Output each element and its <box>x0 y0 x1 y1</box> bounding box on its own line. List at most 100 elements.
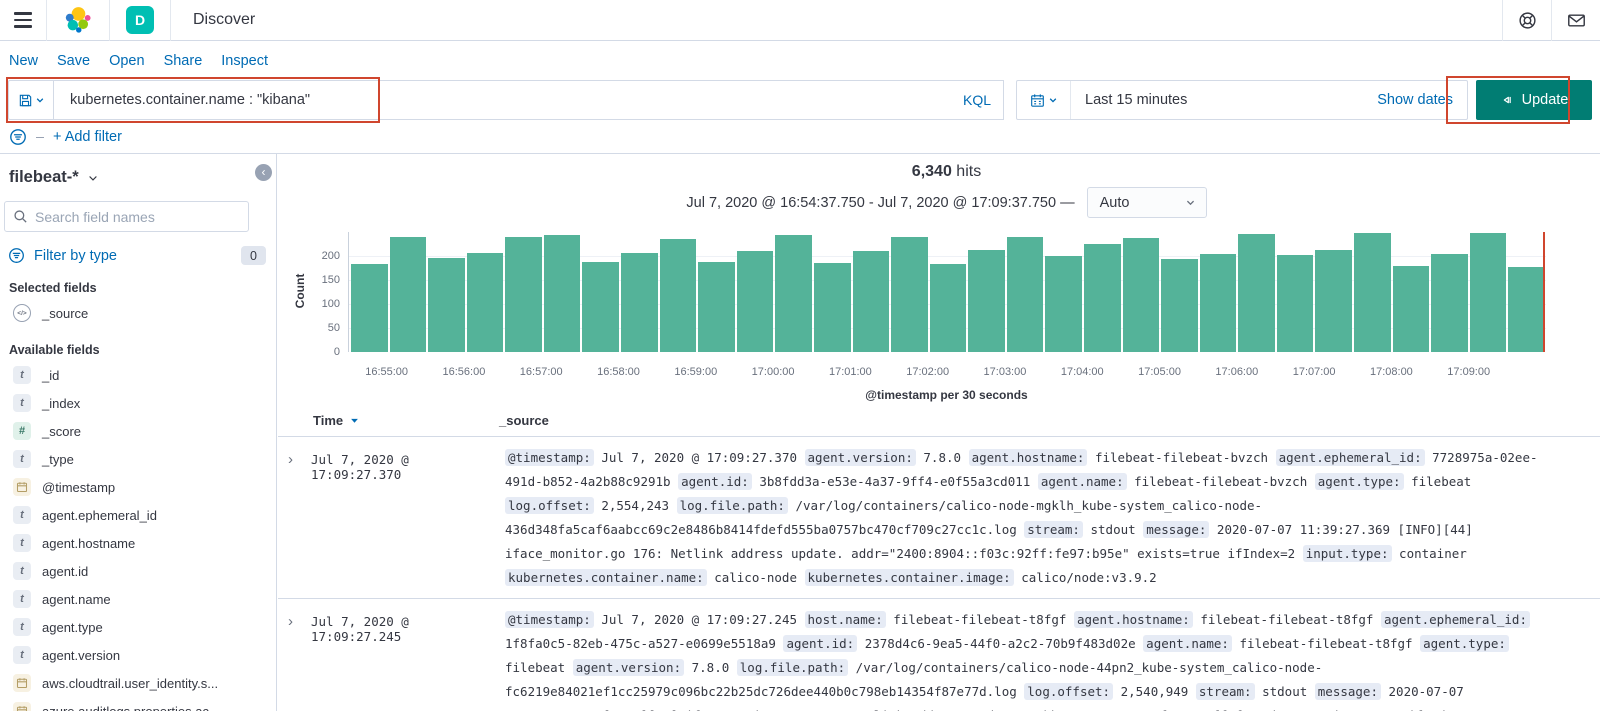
field-item-aws.cloudtrail.user_identity.s...[interactable]: aws.cloudtrail.user_identity.s... <box>0 669 276 697</box>
field-item-agent.hostname[interactable]: t agent.hostname <box>0 529 276 557</box>
field-key-badge: message: <box>1143 521 1210 538</box>
query-bar: kubernetes.container.name : "kibana" KQL… <box>6 76 1592 124</box>
field-item-_type[interactable]: t _type <box>0 445 276 473</box>
update-button[interactable]: Update <box>1476 80 1592 120</box>
column-time[interactable]: Time <box>313 413 359 428</box>
field-item-agent.version[interactable]: t agent.version <box>0 641 276 669</box>
histogram-bar-16:58:00[interactable] <box>621 252 658 352</box>
menu-new[interactable]: New <box>9 53 38 69</box>
add-filter-button[interactable]: + Add filter <box>53 129 122 145</box>
histogram-bar-17:04:30[interactable] <box>1122 237 1160 352</box>
elastic-logo[interactable] <box>47 5 109 35</box>
histogram-bar-17:06:30[interactable] <box>1276 255 1314 352</box>
app-badge[interactable]: D <box>126 6 154 34</box>
x-tick: 17:08:00 <box>1369 366 1413 378</box>
x-tick: 16:56:00 <box>442 366 486 378</box>
search-field-names-input[interactable] <box>4 201 249 232</box>
newsfeed-mail-icon[interactable] <box>1552 0 1600 40</box>
menu-inspect[interactable]: Inspect <box>221 53 268 69</box>
menu-icon[interactable] <box>0 0 46 40</box>
field-item-azure.auditlogs.properties.ac...[interactable]: azure.auditlogs.properties.ac... <box>0 697 276 711</box>
field-item-agent.type[interactable]: t agent.type <box>0 613 276 641</box>
field-item-_score[interactable]: # _score <box>0 417 276 445</box>
date-picker: Last 15 minutes Show dates <box>1016 80 1468 120</box>
histogram-chart: Count @timestamp per 30 seconds 0 50 100 15… <box>278 154 1600 404</box>
field-item-agent.id[interactable]: t agent.id <box>0 557 276 585</box>
histogram-bar-17:08:00[interactable] <box>1392 265 1430 352</box>
histogram-bar-17:09:00[interactable] <box>1469 232 1507 352</box>
time-end-marker <box>1543 232 1545 352</box>
field-item-@timestamp[interactable]: @timestamp <box>0 473 276 501</box>
field-key-badge: agent.id: <box>783 635 858 652</box>
time-range-button[interactable]: Last 15 minutes <box>1085 92 1377 108</box>
index-pattern-select[interactable]: filebeat-* <box>0 154 276 187</box>
histogram-bar-16:59:30[interactable] <box>736 251 774 352</box>
source-field-icon: </> <box>13 304 31 322</box>
histogram-bar-16:54:30[interactable] <box>351 264 388 352</box>
histogram-bar-17:02:00[interactable] <box>929 264 967 352</box>
kibana-discover-app: D Discover New Save Open Share Inspect k… <box>0 0 1600 711</box>
field-name: _type <box>42 451 74 467</box>
chevron-down-icon <box>1049 98 1056 103</box>
histogram-bar-17:03:00[interactable] <box>1006 236 1044 352</box>
saved-query-menu-button[interactable] <box>8 80 54 120</box>
field-item-agent.ephemeral_id[interactable]: t agent.ephemeral_id <box>0 501 276 529</box>
field-item-agent.name[interactable]: t agent.name <box>0 585 276 613</box>
histogram-bar-17:01:30[interactable] <box>891 236 928 352</box>
histogram-bar-16:58:30[interactable] <box>659 238 697 352</box>
query-input[interactable]: kubernetes.container.name : "kibana" KQL <box>54 80 1004 120</box>
field-item-_source[interactable]: </> _source <box>0 299 276 327</box>
field-name: _id <box>42 367 60 383</box>
histogram-bar-17:03:30[interactable] <box>1045 256 1082 352</box>
field-key-badge: agent.version: <box>804 449 916 466</box>
field-key-badge: agent.hostname: <box>1073 611 1193 628</box>
histogram-bar-17:02:30[interactable] <box>968 249 1005 352</box>
expand-row-icon[interactable]: › <box>288 613 304 630</box>
field-item-_id[interactable]: t _id <box>0 361 276 389</box>
help-icon[interactable] <box>1503 0 1551 40</box>
sort-descending-icon <box>350 418 358 423</box>
filter-by-type-button[interactable]: Filter by type 0 <box>8 246 266 265</box>
histogram-bar-16:55:00[interactable] <box>389 236 427 352</box>
collapse-sidebar-icon[interactable]: ‹ <box>255 164 272 181</box>
histogram-bar-17:06:00[interactable] <box>1238 234 1275 352</box>
quick-select-button[interactable] <box>1017 81 1071 119</box>
histogram-bar-16:56:30[interactable] <box>505 236 542 352</box>
top-header: D Discover <box>0 0 1600 41</box>
query-language-button[interactable]: KQL <box>963 92 991 108</box>
expand-row-icon[interactable]: › <box>288 451 304 468</box>
histogram-bar-17:00:30[interactable] <box>813 262 851 352</box>
histogram-bar-17:07:00[interactable] <box>1315 250 1353 352</box>
histogram-bar-16:56:00[interactable] <box>466 252 504 352</box>
histogram-bar-17:01:00[interactable] <box>852 250 890 352</box>
histogram-bar-17:04:00[interactable] <box>1083 244 1121 352</box>
selected-fields-list: </> _source <box>0 299 276 327</box>
doc-source: @timestamp: Jul 7, 2020 @ 17:09:27.245 h… <box>505 608 1600 711</box>
histogram-bar-16:55:30[interactable] <box>428 258 465 352</box>
field-key-badge: agent.type: <box>1314 473 1404 490</box>
histogram-bar-16:57:00[interactable] <box>543 235 581 352</box>
field-name: agent.id <box>42 563 89 579</box>
menu-share[interactable]: Share <box>164 53 203 69</box>
field-key-badge: agent.hostname: <box>968 449 1088 466</box>
show-dates-button[interactable]: Show dates <box>1377 92 1453 108</box>
field-name: _index <box>42 395 81 411</box>
histogram-bar-16:57:30[interactable] <box>582 261 620 352</box>
page-title: Discover <box>193 11 256 28</box>
y-tick: 200 <box>321 250 340 262</box>
field-name: agent.version <box>42 647 121 663</box>
histogram-bar-17:05:00[interactable] <box>1161 258 1198 352</box>
histogram-bar-17:08:30[interactable] <box>1431 253 1468 352</box>
menu-open[interactable]: Open <box>109 53 144 69</box>
histogram-bar-17:00:00[interactable] <box>775 235 812 352</box>
field-key-badge: @timestamp: <box>505 611 594 628</box>
field-item-_index[interactable]: t _index <box>0 389 276 417</box>
pinned-filters-icon[interactable] <box>9 128 27 146</box>
x-tick: 16:55:00 <box>365 366 409 378</box>
histogram-bar-17:09:30[interactable] <box>1508 266 1545 352</box>
histogram-bar-17:05:30[interactable] <box>1199 254 1237 352</box>
menu-save[interactable]: Save <box>57 53 90 69</box>
doc-timestamp: Jul 7, 2020 @ 17:09:27.245 <box>311 614 409 644</box>
histogram-bar-16:59:00[interactable] <box>698 262 735 352</box>
histogram-bar-17:07:30[interactable] <box>1354 232 1391 352</box>
